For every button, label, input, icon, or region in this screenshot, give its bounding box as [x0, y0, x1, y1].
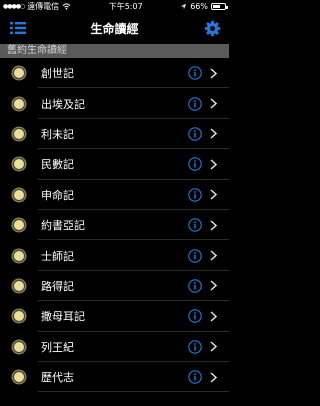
chevron-right-icon	[210, 220, 217, 231]
book-label: 創世記	[41, 67, 74, 81]
book-list: 創世記出埃及記利未記民數記申命記約書亞記士師記路得記撒母耳記列王紀歷代志	[0, 58, 229, 393]
book-label: 約書亞記	[41, 219, 85, 233]
book-row[interactable]: 列王紀	[0, 332, 229, 362]
disc-icon	[11, 278, 27, 294]
chevron-right-icon	[210, 341, 217, 352]
book-row[interactable]: 申命記	[0, 180, 229, 210]
book-row[interactable]: 創世記	[0, 58, 229, 89]
row-divider	[38, 391, 229, 393]
chevron-right-icon	[210, 250, 217, 261]
battery-icon	[211, 3, 228, 10]
disc-icon	[11, 156, 27, 172]
book-label: 路得記	[41, 279, 74, 293]
book-row[interactable]: 路得記	[0, 271, 229, 302]
book-label: 出埃及記	[41, 97, 85, 111]
disc-icon	[11, 369, 27, 385]
chevron-right-icon	[210, 311, 217, 322]
book-row[interactable]: 利未記	[0, 119, 229, 150]
info-icon[interactable]	[188, 66, 202, 80]
disc-icon	[11, 248, 27, 264]
info-icon[interactable]	[188, 339, 202, 354]
chevron-right-icon	[210, 159, 217, 170]
chevron-right-icon	[210, 98, 217, 109]
page-title: 生命讀經	[90, 22, 139, 36]
carrier-label: 遠傳電信	[27, 2, 60, 11]
battery-fill	[213, 5, 220, 8]
chevron-right-icon	[210, 372, 217, 383]
book-label: 利未記	[41, 127, 74, 141]
gear-icon[interactable]	[204, 20, 221, 37]
chevron-right-icon	[210, 68, 217, 79]
nav-bar: 生命讀經	[0, 13, 229, 44]
disc-icon	[11, 96, 27, 112]
list-icon[interactable]	[10, 21, 26, 35]
disc-icon	[11, 308, 27, 324]
book-row[interactable]: 撒母耳記	[0, 301, 229, 332]
info-icon[interactable]	[188, 218, 202, 232]
book-row[interactable]: 民數記	[0, 149, 229, 180]
status-left: ●●●●○ 遠傳電信	[3, 1, 71, 12]
section-header: 舊約生命讀經	[0, 44, 229, 58]
signal-icon: ●●●●○	[3, 3, 25, 10]
book-label: 申命記	[41, 188, 74, 202]
status-right: 66%	[180, 2, 228, 11]
disc-icon	[11, 339, 27, 355]
info-icon[interactable]	[188, 309, 202, 324]
book-row[interactable]: 歷代志	[0, 362, 229, 393]
info-icon[interactable]	[188, 157, 202, 172]
disc-icon	[11, 126, 27, 142]
info-icon[interactable]	[188, 127, 202, 141]
info-icon[interactable]	[188, 248, 202, 263]
disc-icon	[11, 187, 27, 203]
book-label: 撒母耳記	[41, 310, 85, 324]
chevron-right-icon	[210, 128, 217, 140]
disc-icon	[11, 217, 27, 233]
book-row[interactable]: 出埃及記	[0, 88, 229, 119]
book-row[interactable]: 約書亞記	[0, 210, 229, 241]
status-bar: ●●●●○ 遠傳電信 下午5:07 66%	[0, 0, 229, 13]
info-icon[interactable]	[188, 188, 202, 202]
status-time: 下午5:07	[108, 2, 143, 11]
chevron-right-icon	[210, 189, 217, 200]
chevron-right-icon	[210, 280, 217, 291]
book-label: 列王紀	[41, 340, 74, 354]
wifi-icon	[62, 3, 71, 10]
book-label: 士師記	[41, 249, 74, 263]
book-label: 民數記	[41, 158, 74, 172]
battery-percent: 66%	[190, 2, 208, 11]
info-icon[interactable]	[188, 96, 202, 111]
book-row[interactable]: 士師記	[0, 240, 229, 271]
info-icon[interactable]	[188, 370, 202, 384]
info-icon[interactable]	[188, 279, 202, 293]
location-icon	[181, 3, 187, 10]
disc-icon	[11, 65, 27, 81]
book-label: 歷代志	[41, 371, 74, 385]
